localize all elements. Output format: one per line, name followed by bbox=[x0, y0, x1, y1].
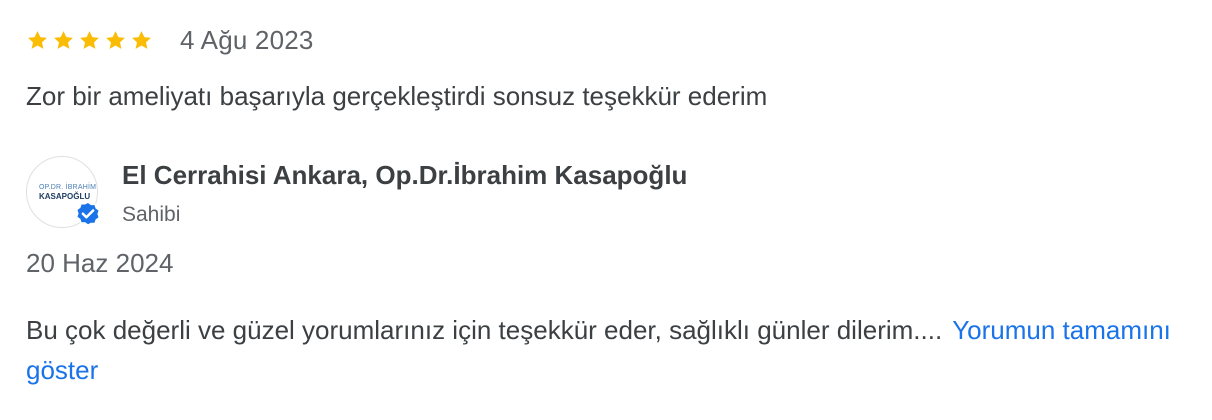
owner-role-label: Sahibi bbox=[122, 203, 181, 226]
owner-info: El Cerrahisi Ankara, Op.Dr.İbrahim Kasap… bbox=[122, 160, 687, 227]
review-text: Zor bir ameliyatı başarıyla gerçekleştir… bbox=[26, 81, 768, 111]
owner-name[interactable]: El Cerrahisi Ankara, Op.Dr.İbrahim Kasap… bbox=[122, 160, 687, 191]
star-rating bbox=[26, 29, 153, 52]
avatar-logo-text: OP.DR. İBRAHİM bbox=[39, 184, 97, 191]
reply-text-block: Bu çok değerli ve güzel yorumlarınız içi… bbox=[26, 310, 1186, 390]
owner-avatar[interactable]: OP.DR. İBRAHİM KASAPOĞLU bbox=[26, 156, 101, 228]
star-icon bbox=[54, 30, 73, 49]
reply-date: 20 Haz 2024 bbox=[26, 248, 174, 278]
reply-text: Bu çok değerli ve güzel yorumlarınız içi… bbox=[26, 315, 943, 345]
star-icon bbox=[106, 30, 125, 49]
verified-check-icon bbox=[75, 200, 101, 227]
star-icon bbox=[132, 30, 151, 49]
star-icon bbox=[28, 30, 47, 49]
review-date: 4 Ağu 2023 bbox=[180, 24, 314, 55]
rating-row: 4 Ağu 2023 bbox=[26, 22, 314, 58]
star-icon bbox=[80, 30, 99, 49]
owner-reply-header: OP.DR. İBRAHİM KASAPOĞLU El Cerrahisi An… bbox=[26, 156, 687, 228]
review-card: 4 Ağu 2023 Zor bir ameliyatı başarıyla g… bbox=[0, 0, 1212, 420]
